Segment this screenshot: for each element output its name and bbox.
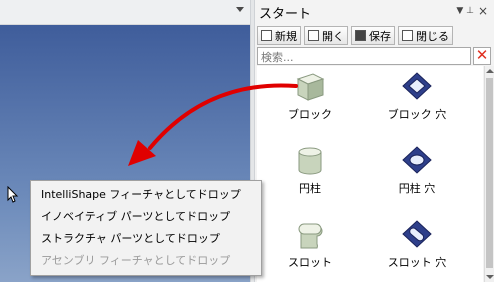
menu-item-drop-structure-part[interactable]: ストラクチャ パーツとしてドロップ — [31, 228, 261, 250]
close-doc-button[interactable]: 閉じる — [398, 26, 453, 45]
open-button[interactable]: 開く — [304, 26, 348, 45]
tile-label: ブロック 穴 — [387, 108, 447, 121]
save-button[interactable]: 保存 — [351, 26, 395, 45]
menu-item-drop-innovative-part[interactable]: イノベイティブ パーツとしてドロップ — [31, 206, 261, 228]
catalog-tile-slot[interactable]: スロット — [260, 218, 360, 270]
new-icon — [261, 30, 272, 41]
tile-label: スロット 穴 — [387, 256, 447, 269]
open-icon — [308, 30, 319, 41]
scroll-thumb[interactable] — [486, 78, 493, 268]
catalog-grid: ブロック ブロック 穴 円柱 円柱 穴 スロット スロット 穴 — [257, 66, 483, 282]
panel-title: スタート — [259, 7, 312, 22]
tile-label: 円柱 穴 — [398, 182, 436, 195]
clear-search-button[interactable]: ✕ — [473, 47, 491, 65]
new-button-label: 新規 — [275, 29, 297, 43]
catalog-scrollbar[interactable] — [484, 66, 494, 282]
block-icon — [296, 73, 325, 101]
tile-label: ブロック — [288, 108, 332, 121]
menu-item-drop-intellishape[interactable]: IntelliShape フィーチャとしてドロップ — [31, 184, 261, 206]
pin-icon[interactable]: ▼ ⊥ — [456, 6, 474, 16]
open-button-label: 開く — [322, 29, 344, 43]
catalog-tile-cylinder-hole[interactable]: 円柱 穴 — [367, 144, 467, 196]
chevron-down-icon[interactable] — [236, 7, 244, 12]
search-input[interactable]: 検索... — [257, 47, 471, 65]
scroll-down-icon[interactable] — [486, 275, 494, 279]
catalog-tile-cylinder[interactable]: 円柱 — [260, 144, 360, 196]
cylinder-hole-icon — [402, 146, 432, 174]
cylinder-icon — [298, 147, 322, 175]
drop-context-menu: IntelliShape フィーチャとしてドロップ イノベイティブ パーツとして… — [30, 180, 262, 276]
close-doc-icon — [402, 30, 413, 41]
slot-icon — [298, 223, 323, 249]
mouse-cursor-icon — [7, 186, 19, 203]
catalog-tile-block-hole[interactable]: ブロック 穴 — [367, 70, 467, 122]
tile-label: 円柱 — [299, 182, 321, 195]
catalog-tile-slot-hole[interactable]: スロット 穴 — [367, 218, 467, 270]
save-button-label: 保存 — [369, 29, 391, 43]
close-doc-button-label: 閉じる — [416, 29, 449, 43]
save-icon — [355, 30, 366, 41]
block-hole-icon — [402, 72, 432, 100]
tile-label: スロット — [288, 256, 332, 269]
slot-hole-icon — [402, 220, 432, 248]
catalog-tile-block[interactable]: ブロック — [260, 70, 360, 122]
start-panel: スタート ▼ ⊥ × 新規 開く 保存 閉じる 検索... ✕ ブロック ブロッ… — [255, 0, 494, 282]
scroll-up-icon[interactable] — [486, 69, 494, 73]
menu-item-drop-assembly-feature: アセンブリ フィーチャとしてドロップ — [41, 254, 231, 267]
new-button[interactable]: 新規 — [257, 26, 301, 45]
toolbar: 新規 開く 保存 閉じる — [257, 26, 453, 46]
viewport-header — [0, 0, 250, 25]
panel-close-button[interactable]: × — [478, 4, 488, 18]
